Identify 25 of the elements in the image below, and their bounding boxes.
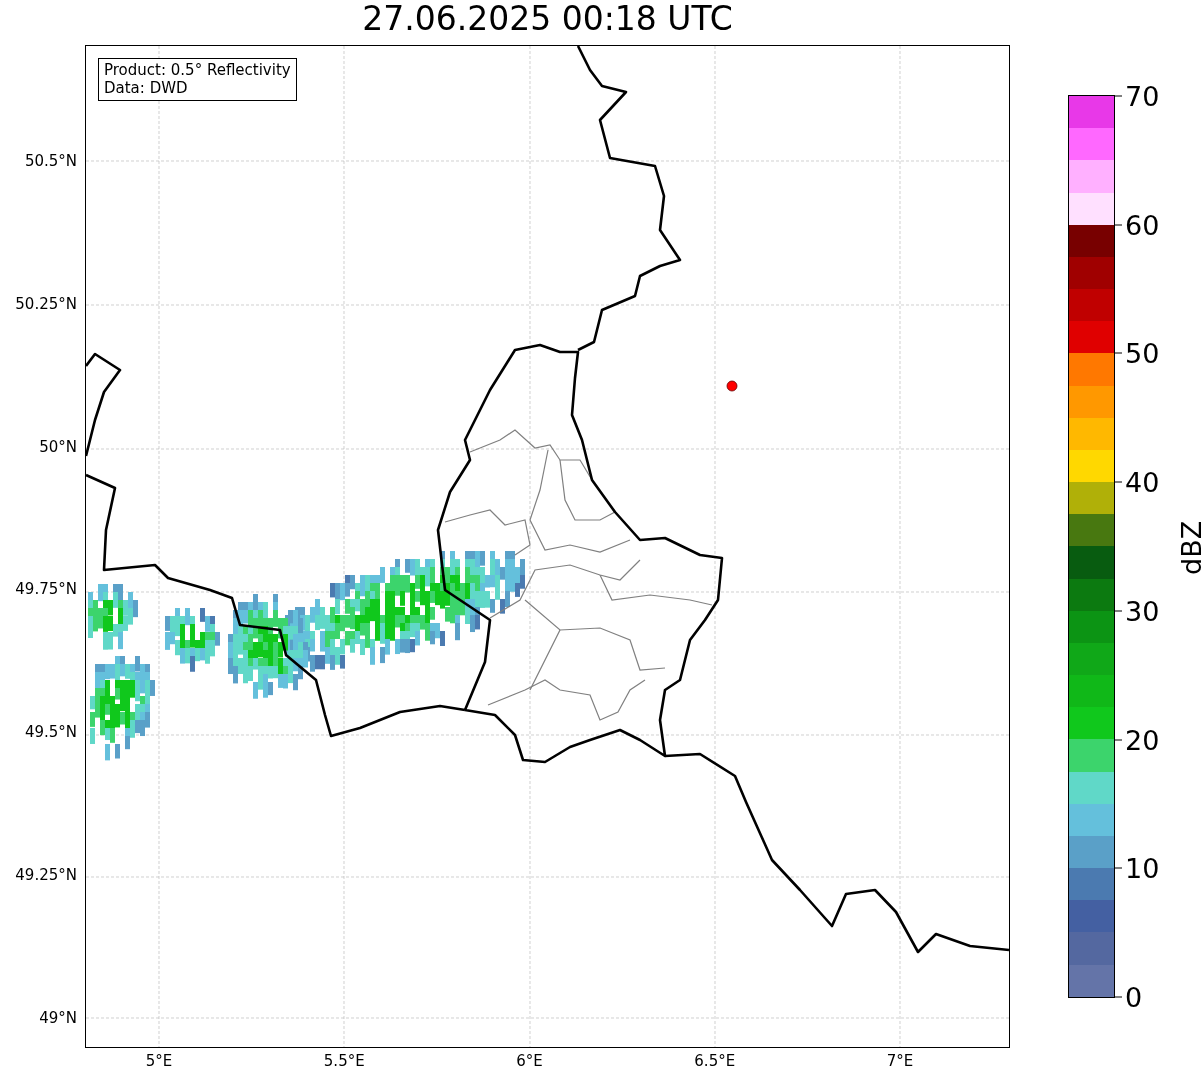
latitude-label: 49.25°N: [15, 866, 77, 884]
scale-unit-label: dBZ: [1176, 520, 1202, 575]
legend-text: Data: DWD: [104, 79, 189, 97]
longitude-label: 6.5°E: [694, 1052, 736, 1070]
plot-title: 27.06.2025 00:18 UTC: [361, 0, 734, 40]
legend-text: Product: 0.5° Reflectivity: [104, 61, 291, 79]
latitude-label: 49.75°N: [15, 580, 77, 599]
latitude-label: 49.5°N: [24, 723, 77, 742]
scale-tick-label: 20: [1125, 724, 1160, 756]
longitude-label: 5°E: [145, 1052, 173, 1070]
latitude-label: 50.25°N: [15, 294, 77, 313]
longitude-label: 7°E: [886, 1052, 914, 1070]
scale-tick-label: 60: [1125, 209, 1160, 241]
latitude-label: 49°N: [39, 1008, 77, 1027]
scale-tick-label: 50: [1125, 337, 1160, 369]
scale-tick-label: 0: [1125, 981, 1143, 1013]
scale-tick-label: 40: [1125, 466, 1160, 498]
scale-tick-label: 70: [1125, 80, 1160, 112]
latitude-label: 50°N: [39, 437, 77, 456]
radar-site-marker: [726, 380, 738, 392]
latitude-label: 50.5°N: [24, 152, 77, 170]
scale-tick-label: 10: [1125, 852, 1160, 884]
scale-tick-label: 30: [1125, 595, 1160, 627]
longitude-label: 5.5°E: [323, 1052, 365, 1070]
longitude-label: 6°E: [516, 1052, 543, 1070]
